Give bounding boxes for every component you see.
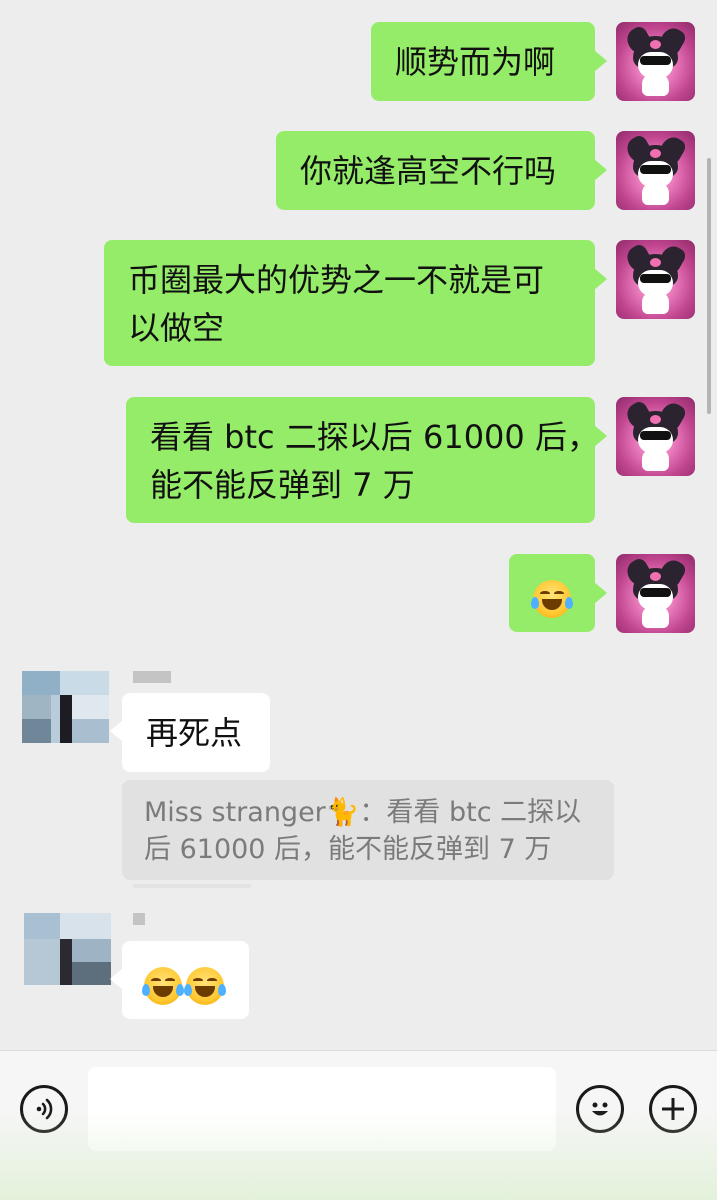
my-avatar[interactable] [616,240,695,319]
message-text: 以做空 [128,309,225,347]
message-text: 再死点 [146,714,243,752]
tears-of-joy-emoji-icon [531,580,573,618]
quote-text: Miss stranger🐈：看看 btc 二探以 [144,797,582,828]
message-bubble-outgoing[interactable]: 看看 btc 二探以后 61000 后， 能不能反弹到 7 万 [126,397,607,523]
message-text: 顺势而为啊 [395,43,556,81]
message-text: 币圈最大的优势之一不就是可 [128,261,545,299]
scrollbar[interactable] [707,158,711,414]
message-text: 能不能反弹到 7 万 [150,466,415,504]
message-bubble-outgoing[interactable]: 币圈最大的优势之一不就是可 以做空 [104,240,607,366]
contact-avatar[interactable] [22,671,109,743]
tears-of-joy-emoji-icon [184,967,226,1005]
message-bubble-outgoing[interactable]: 你就逢高空不行吗 [276,131,607,210]
quoted-message[interactable]: Miss stranger🐈：看看 btc 二探以 后 61000 后，能不能反… [122,780,614,880]
message-bubble-outgoing[interactable]: 顺势而为啊 [371,22,607,101]
message-bubble-incoming[interactable] [110,941,249,1019]
contact-name-redacted [133,913,145,925]
chat-area: 顺势而为啊 你就逢高空不行吗 币圈最大的优势之一不就是可 以做空 看看 btc … [0,0,717,1050]
my-avatar[interactable] [616,554,695,633]
message-bubble-outgoing[interactable] [509,554,607,632]
contact-avatar[interactable] [24,913,111,985]
my-avatar[interactable] [616,131,695,210]
quote-text: 后 61000 后，能不能反弹到 7 万 [144,834,552,865]
home-indicator-area [0,1110,717,1200]
message-text: 你就逢高空不行吗 [300,152,557,190]
tears-of-joy-emoji-icon [142,967,184,1005]
quote-divider [133,884,251,888]
contact-name-redacted [133,671,171,683]
message-bubble-incoming[interactable]: 再死点 [110,693,270,772]
message-text: 看看 btc 二探以后 61000 后， [150,418,599,456]
my-avatar[interactable] [616,397,695,476]
my-avatar[interactable] [616,22,695,101]
